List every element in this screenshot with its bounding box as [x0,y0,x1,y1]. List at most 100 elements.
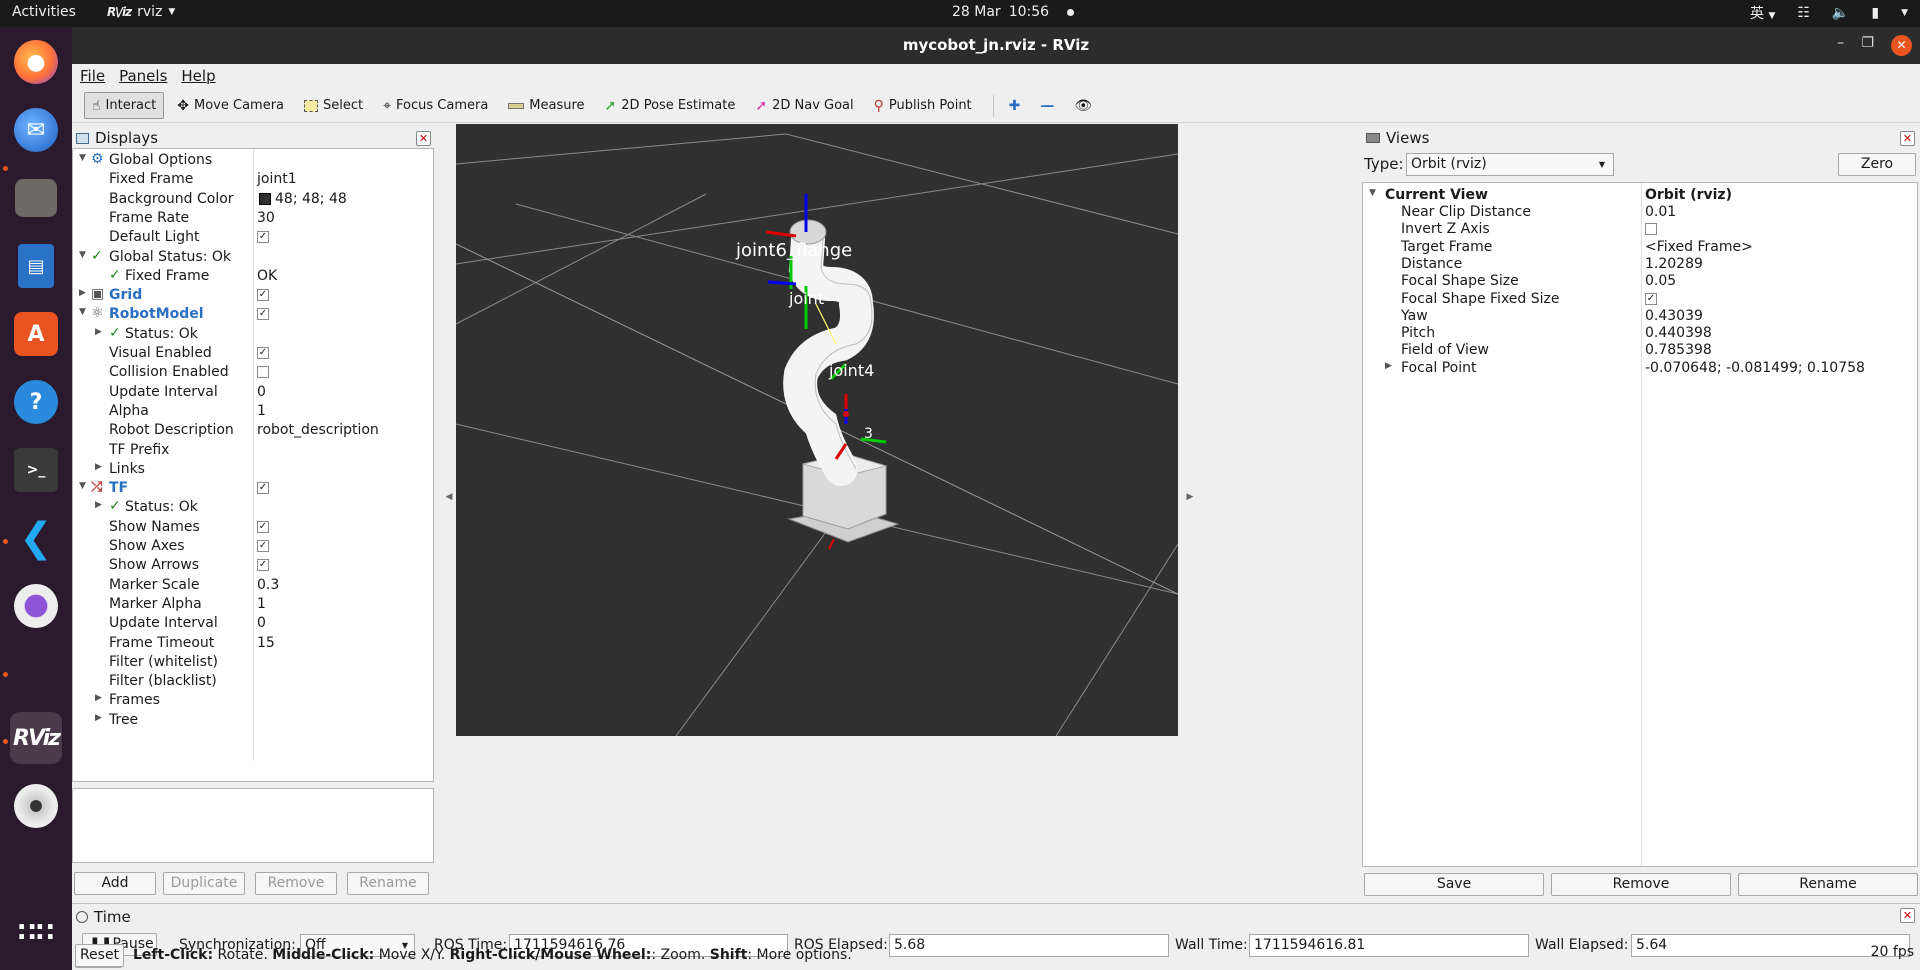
rename-button[interactable]: Rename [347,872,429,895]
checkbox[interactable]: ✓ [257,520,269,533]
views-tree[interactable]: ▼ Current View Orbit (rviz) Near Clip Di… [1362,182,1918,867]
minimize-icon[interactable]: – [1837,35,1844,51]
tool-publish-point[interactable]: ⚲ Publish Point [867,92,979,119]
tool-measure[interactable]: Measure [501,92,591,119]
reset-button[interactable]: Reset [75,944,124,967]
help-icon[interactable]: ? [10,376,62,428]
view-property-row[interactable]: Target Frame <Fixed Frame> [1363,238,1917,257]
system-tray[interactable]: 英 ▼ ☷ 🔈 ▮ ▼ [1750,3,1908,23]
display-row-value[interactable]: 0 [257,384,266,400]
time-close-icon[interactable]: ✕ [1900,908,1915,923]
zero-button[interactable]: Zero [1838,153,1916,176]
wall-time-field[interactable]: 1711594616.81 [1249,934,1529,957]
chevron-right-icon[interactable]: ▶ [95,713,102,723]
rviz-icon[interactable]: RViz [10,712,62,764]
duplicate-button[interactable]: Duplicate [163,872,245,895]
checkbox[interactable]: ✓ [1645,292,1657,305]
tool-properties-button[interactable]: 👁 [1067,92,1099,119]
view-property-row[interactable]: ▶ Focal Point -0.070648; -0.081499; 0.1075… [1363,359,1917,378]
render-viewport[interactable]: joint6_flange joint joint4 3 [456,124,1178,736]
display-row-value[interactable]: joint1 [257,171,297,187]
view-property-row[interactable]: Focal Shape Fixed Size ✓ [1363,290,1917,309]
wall-elapsed-field[interactable]: 5.64 [1631,934,1910,957]
right-splitter-handle[interactable]: ▶ [1185,492,1195,502]
display-row-value[interactable]: 48; 48; 48 [275,191,347,207]
view-property-value[interactable]: 0.785398 [1645,342,1712,358]
input-method-indicator[interactable]: 英 ▼ [1750,3,1775,23]
checkbox[interactable] [1645,223,1657,236]
files-icon[interactable] [10,172,62,224]
chevron-right-icon[interactable]: ▶ [79,288,86,298]
firefox-icon[interactable]: ● [10,36,62,88]
chevron-right-icon[interactable]: ▶ [95,462,102,472]
color-swatch[interactable] [259,192,271,205]
displays-tree[interactable]: ▼ ⚙ Global Options Fixed Frame joint1 Backgro… [72,148,434,782]
remove-tool-button[interactable]: — [1033,92,1061,119]
app-menu[interactable]: R\/iz rviz ▼ [107,4,175,20]
chevron-right-icon[interactable]: ▶ [95,327,102,337]
checkbox[interactable]: ✓ [257,482,269,495]
view-property-row[interactable]: Invert Z Axis [1363,220,1917,239]
tool-move-camera[interactable]: ✥ Move Camera [170,92,291,119]
checkbox[interactable]: ✓ [257,347,269,359]
checkbox[interactable] [257,366,269,379]
tool-2d-nav-goal[interactable]: ➚ 2D Nav Goal [748,92,860,119]
tool-2d-pose-estimate[interactable]: ➚ 2D Pose Estimate [598,92,743,119]
thunderbird-icon[interactable]: ✉ [10,104,62,156]
tool-interact[interactable]: ☝ Interact [84,92,165,119]
chevron-down-icon[interactable]: ▼ [79,307,86,317]
display-row-value[interactable]: 0.3 [257,577,279,593]
display-row-value[interactable]: 0 [257,615,266,631]
checkbox[interactable]: ✓ [257,289,269,302]
view-property-value[interactable]: 0.01 [1645,204,1676,220]
view-property-row[interactable]: Focal Shape Size 0.05 [1363,272,1917,291]
dvd-icon[interactable] [10,780,62,832]
chevron-right-icon[interactable]: ▶ [95,500,102,510]
display-row-value[interactable]: 30 [257,210,275,226]
left-splitter-handle[interactable]: ◀ [444,492,454,502]
display-row-value[interactable]: robot_description [257,422,379,438]
tool-select[interactable]: Select [297,92,370,119]
add-tool-button[interactable]: ✚ [1002,92,1028,119]
add-button[interactable]: Add [74,872,156,895]
display-row-value[interactable]: 15 [257,635,275,651]
view-property-value[interactable]: 0.440398 [1645,325,1712,341]
view-property-row[interactable]: Field of View 0.785398 [1363,341,1917,360]
menu-panels[interactable]: Panels [119,67,167,85]
ros-elapsed-field[interactable]: 5.68 [889,934,1169,957]
view-property-row[interactable]: Yaw 0.43039 [1363,307,1917,326]
checkbox[interactable]: ✓ [257,308,269,321]
cheese-icon[interactable] [10,580,62,632]
tool-focus-camera[interactable]: ⌖ Focus Camera [376,92,495,119]
view-property-value[interactable]: -0.070648; -0.081499; 0.10758 [1645,360,1865,376]
close-icon[interactable]: ✕ [1891,35,1912,56]
displays-close-icon[interactable]: ✕ [416,131,431,146]
clock[interactable]: 28 Mar 10:56 [952,4,1075,20]
views-remove-button[interactable]: Remove [1551,873,1731,896]
save-button[interactable]: Save [1364,873,1544,896]
view-property-value[interactable]: <Fixed Frame> [1645,239,1753,255]
chevron-right-icon[interactable]: ▶ [95,693,102,703]
display-row-value[interactable]: 1 [257,596,266,612]
writer-icon[interactable]: ▤ [10,240,62,292]
checkbox[interactable]: ✓ [257,559,269,572]
menu-file[interactable]: File [80,67,105,85]
view-property-value[interactable]: 1.20289 [1645,256,1703,272]
view-property-row[interactable]: Near Clip Distance 0.01 [1363,203,1917,222]
view-property-row[interactable]: Distance 1.20289 [1363,255,1917,274]
view-property-value[interactable]: 0.05 [1645,273,1676,289]
checkbox[interactable]: ✓ [257,231,269,244]
title-bar[interactable]: mycobot_jn.rviz - RViz – ❐ ✕ [72,27,1920,64]
view-type-select[interactable]: Orbit (rviz) ▼ [1406,153,1614,176]
app-center-icon[interactable]: A [10,308,62,360]
vscode-icon[interactable]: ❮ [10,512,62,564]
chevron-down-icon[interactable]: ▼ [79,153,86,163]
views-rename-button[interactable]: Rename [1738,873,1918,896]
checkbox[interactable]: ✓ [257,540,269,552]
remove-button[interactable]: Remove [255,872,337,895]
display-row-value[interactable]: 1 [257,403,266,419]
view-property-row[interactable]: Pitch 0.440398 [1363,324,1917,343]
views-close-icon[interactable]: ✕ [1900,131,1915,146]
terminal-icon[interactable]: >_ [10,444,62,496]
maximize-icon[interactable]: ❐ [1861,35,1874,51]
